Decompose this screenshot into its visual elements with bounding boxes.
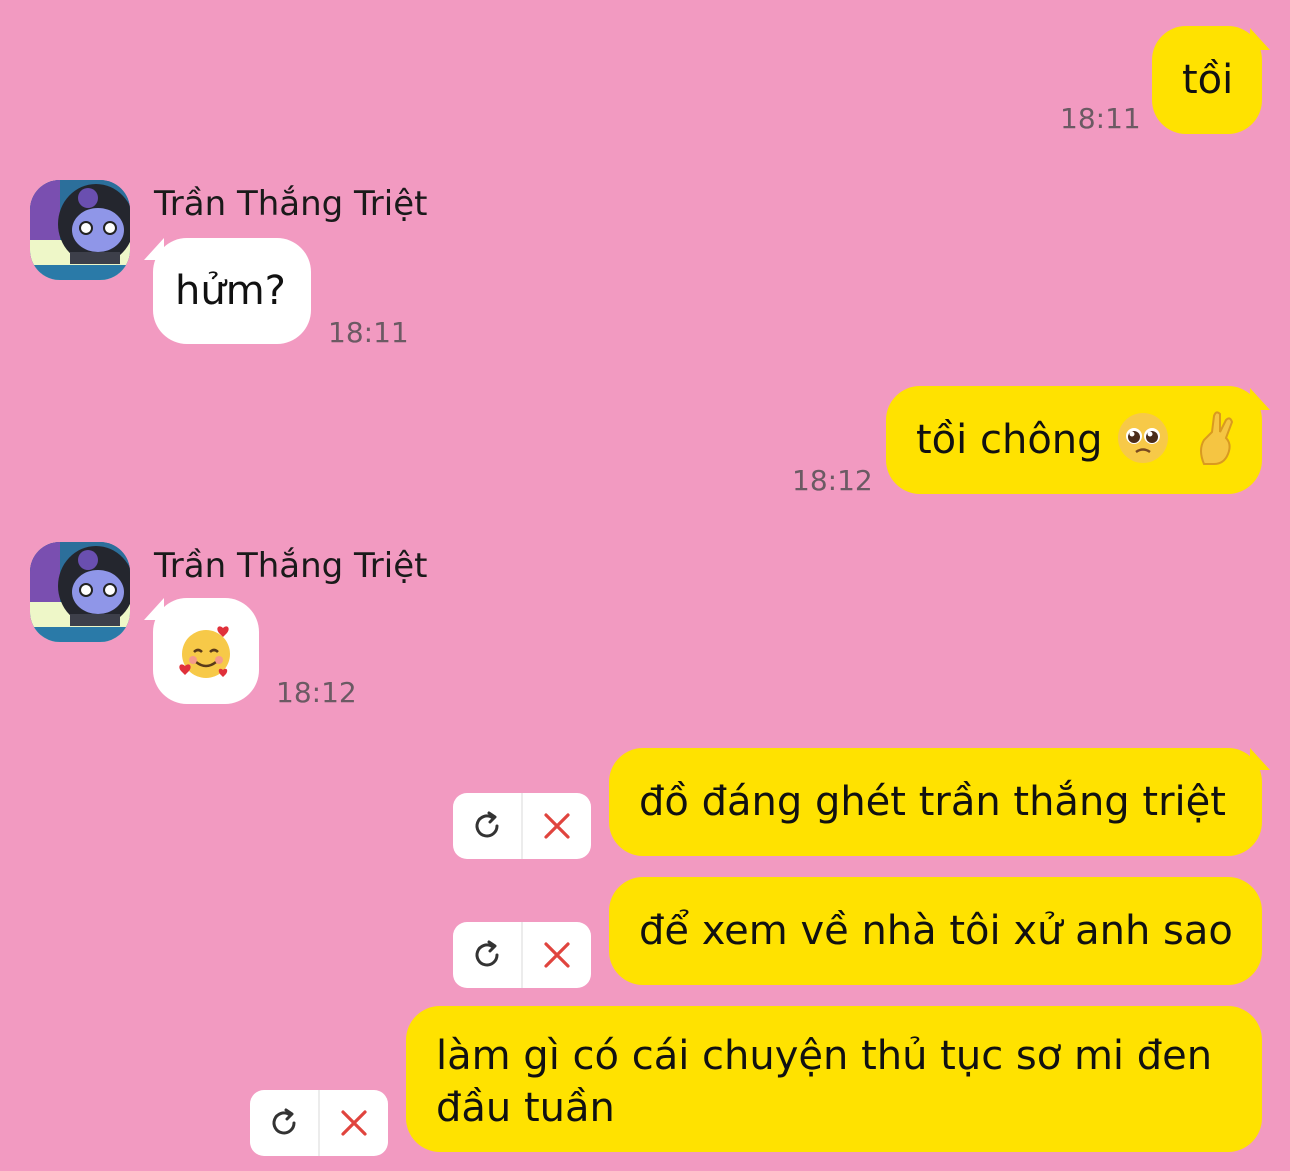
failed-message-actions [250,1090,388,1156]
failed-message-actions [453,793,591,859]
message-text: hửm? [175,268,286,314]
message-time: 18:12 [792,464,873,497]
bubble-tail [144,238,164,260]
message-time: 18:11 [1060,102,1141,135]
message-time: 18:12 [276,676,357,709]
sender-avatar[interactable] [30,542,130,642]
message-text: để xem về nhà tôi xử anh sao [639,908,1233,954]
message-bubble[interactable]: tồi chông [886,386,1262,494]
sender-avatar[interactable] [30,180,130,280]
crossed-fingers-icon [1199,411,1234,465]
bubble-tail [1250,748,1270,770]
message-bubble[interactable]: để xem về nhà tôi xử anh sao [609,877,1262,985]
retry-icon [475,940,499,967]
message-bubble[interactable]: hửm? [153,238,311,344]
smiling-face-with-hearts-icon [179,626,230,678]
message-text-line-2: đầu tuần [436,1085,615,1131]
close-icon [544,813,570,839]
message-text: đồ đáng ghét trần thắng triệt [639,779,1226,825]
retry-button[interactable] [453,793,521,859]
close-icon [544,942,570,968]
close-icon [341,1110,367,1136]
bubble-tail [144,598,164,620]
delete-button[interactable] [521,793,591,859]
message-text: tồi [1182,57,1234,103]
message-bubble[interactable]: làm gì có cái chuyện thủ tục sơ mi đen đ… [406,1006,1262,1152]
failed-message-actions [453,922,591,988]
message-bubble[interactable]: đồ đáng ghét trần thắng triệt [609,748,1262,856]
avatar-image [30,180,130,280]
delete-button[interactable] [318,1090,388,1156]
bubble-tail [1250,28,1270,50]
avatar-image [30,542,130,642]
message-time: 18:11 [328,316,409,349]
retry-button[interactable] [250,1090,318,1156]
retry-button[interactable] [453,922,521,988]
sender-name: Trần Thắng Triệt [154,184,428,224]
retry-icon [272,1108,296,1135]
delete-button[interactable] [521,922,591,988]
message-bubble[interactable]: tồi [1152,26,1262,134]
message-text-line-1: làm gì có cái chuyện thủ tục sơ mi đen [436,1033,1213,1079]
message-bubble[interactable] [153,598,259,704]
sender-name: Trần Thắng Triệt [154,546,428,586]
bubble-tail [1250,388,1270,410]
message-text: tồi chông [916,417,1103,463]
retry-icon [475,811,499,838]
pleading-face-icon [1118,413,1169,463]
